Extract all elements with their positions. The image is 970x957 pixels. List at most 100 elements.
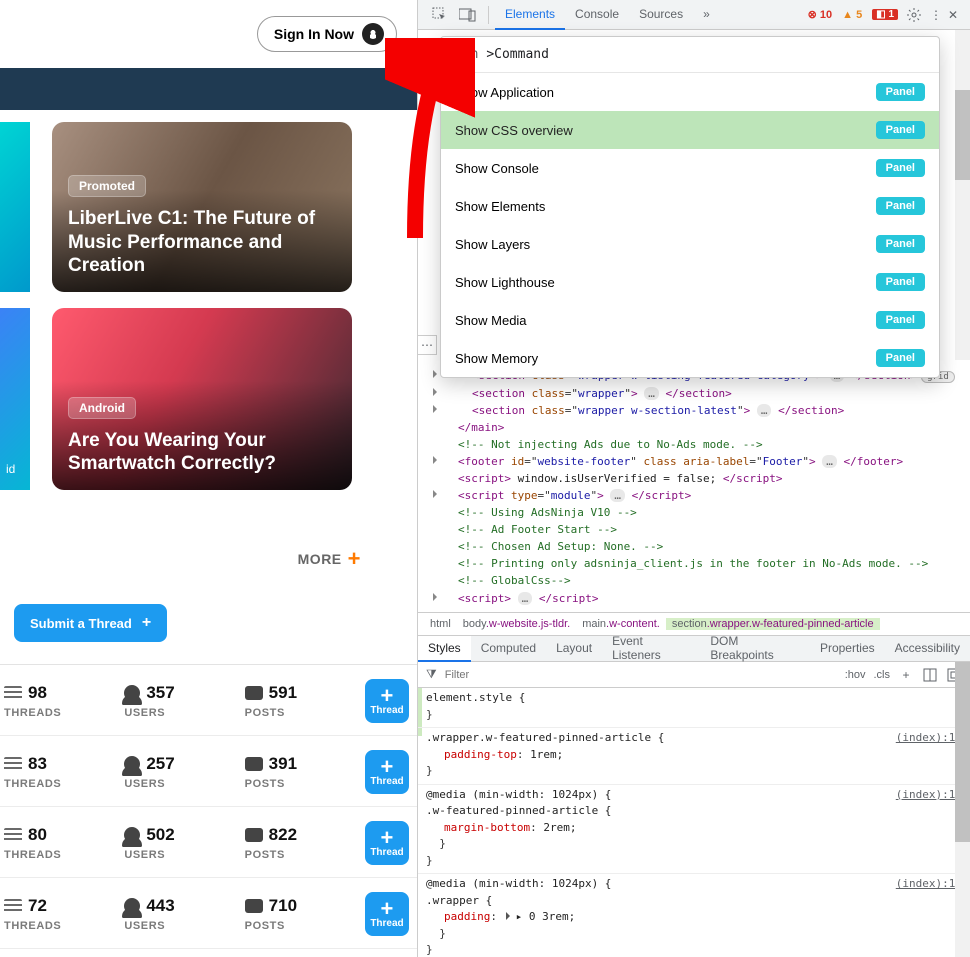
breadcrumb-item[interactable]: body.w-website.js-tldr. bbox=[457, 618, 576, 630]
device-toggle-icon[interactable] bbox=[458, 5, 478, 25]
card-tease-left[interactable] bbox=[0, 122, 30, 292]
dom-line[interactable]: <section class="wrapper w-section-latest… bbox=[444, 402, 970, 419]
new-thread-button[interactable]: +Thread bbox=[365, 679, 409, 723]
breadcrumb-item[interactable]: html bbox=[424, 618, 457, 630]
command-item[interactable]: Show Lighthouse Panel bbox=[441, 263, 939, 301]
dom-line[interactable]: <!-- Ad Footer Start --> bbox=[444, 521, 970, 538]
styles-tab[interactable]: Event Listeners bbox=[602, 636, 700, 662]
css-rule[interactable]: (index):11@media (min-width: 1024px) {.w… bbox=[418, 874, 970, 957]
styles-pane[interactable]: element.style {}(index):11.wrapper.w-fea… bbox=[418, 688, 970, 957]
command-item[interactable]: Show Media Panel bbox=[441, 301, 939, 339]
submit-thread-button[interactable]: Submit a Thread + bbox=[14, 604, 167, 642]
card-badge: Promoted bbox=[68, 175, 146, 197]
styles-tab[interactable]: Properties bbox=[810, 636, 885, 662]
dom-line[interactable]: <script> window.isUserVerified = false; … bbox=[444, 470, 970, 487]
css-rule[interactable]: (index):11.wrapper.w-featured-pinned-art… bbox=[418, 728, 970, 785]
expand-icon[interactable] bbox=[506, 912, 514, 920]
dom-line[interactable]: <!-- GlobalCss--> bbox=[444, 572, 970, 589]
plus-icon: + bbox=[142, 614, 151, 632]
tab-console[interactable]: Console bbox=[565, 0, 629, 30]
command-tag: Panel bbox=[876, 235, 925, 253]
rule-source-link[interactable]: (index):11 bbox=[896, 787, 962, 804]
tab-elements[interactable]: Elements bbox=[495, 0, 565, 30]
users-icon bbox=[124, 898, 140, 914]
css-selector[interactable]: .w-featured-pinned-article { bbox=[426, 803, 962, 820]
dom-line[interactable]: <!-- Using AdsNinja V10 --> bbox=[444, 504, 970, 521]
article-card[interactable]: Promoted LiberLive C1: The Future of Mus… bbox=[52, 122, 352, 292]
warning-count[interactable]: ▲ 5 bbox=[842, 9, 862, 21]
gear-icon[interactable] bbox=[906, 7, 922, 23]
command-item[interactable]: Show CSS overview Panel bbox=[441, 111, 939, 149]
command-tag: Panel bbox=[876, 349, 925, 367]
rule-source-link[interactable]: (index):11 bbox=[896, 876, 962, 893]
hov-toggle[interactable]: :hov bbox=[845, 669, 866, 681]
card-tease-left[interactable]: id bbox=[0, 308, 30, 490]
command-label: Show CSS overview bbox=[455, 123, 573, 138]
expand-icon[interactable] bbox=[433, 456, 441, 464]
css-selector[interactable]: .wrapper.w-featured-pinned-article { bbox=[426, 730, 962, 747]
breadcrumb-item[interactable]: main.w-content. bbox=[576, 618, 666, 630]
threads-label: THREADS bbox=[4, 707, 124, 719]
dom-line[interactable]: <script> … </script> bbox=[444, 590, 970, 607]
expand-icon[interactable] bbox=[433, 388, 441, 396]
css-rule[interactable]: (index):11@media (min-width: 1024px) {.w… bbox=[418, 785, 970, 875]
styles-tab[interactable]: Accessibility bbox=[885, 636, 970, 662]
sign-in-button[interactable]: Sign In Now bbox=[257, 16, 397, 52]
styles-tab[interactable]: Computed bbox=[471, 636, 546, 662]
issue-count[interactable]: ◧ 1 bbox=[872, 9, 898, 20]
css-prop[interactable]: padding-top: 1rem; bbox=[426, 747, 962, 764]
expand-icon[interactable] bbox=[433, 405, 441, 413]
css-prop[interactable]: margin-bottom: 2rem; bbox=[426, 820, 962, 837]
dom-line[interactable]: <!-- Not injecting Ads due to No-Ads mod… bbox=[444, 436, 970, 453]
scrollbar-vertical[interactable] bbox=[955, 30, 970, 360]
dom-line[interactable]: <!-- Chosen Ad Setup: None. --> bbox=[444, 538, 970, 555]
article-card[interactable]: Android Are You Wearing Your Smartwatch … bbox=[52, 308, 352, 490]
more-link[interactable]: MORE + bbox=[298, 546, 361, 572]
dom-tree[interactable]: <section class="wrapper w-listing-featur… bbox=[418, 363, 970, 611]
posts-icon bbox=[245, 899, 263, 913]
styles-tab[interactable]: Layout bbox=[546, 636, 602, 662]
status-badges[interactable]: ⊗ 10 ▲ 5 ◧ 1 bbox=[808, 8, 898, 21]
command-item[interactable]: Show Console Panel bbox=[441, 149, 939, 187]
command-item[interactable]: Show Elements Panel bbox=[441, 187, 939, 225]
users-count: 502 bbox=[146, 825, 174, 845]
css-prop[interactable]: padding: ▸ 0 3rem; bbox=[426, 909, 962, 926]
inspect-icon[interactable] bbox=[430, 5, 450, 25]
overflow-icon[interactable]: ⋯ bbox=[417, 335, 437, 355]
dom-line[interactable]: <script type="module"> … </script> bbox=[444, 487, 970, 504]
expand-icon[interactable] bbox=[433, 593, 441, 601]
styles-tab[interactable]: Styles bbox=[418, 636, 471, 662]
dom-line[interactable]: <section class="wrapper"> … </section> bbox=[444, 385, 970, 402]
css-selector[interactable]: .wrapper { bbox=[426, 893, 962, 910]
cls-toggle[interactable]: .cls bbox=[874, 669, 891, 681]
scrollbar-vertical[interactable] bbox=[955, 662, 970, 957]
error-count[interactable]: ⊗ 10 bbox=[808, 8, 833, 21]
command-input[interactable]: Run >Command bbox=[441, 37, 939, 73]
breadcrumb-item[interactable]: section.wrapper.w-featured-pinned-articl… bbox=[666, 618, 880, 630]
styles-tab[interactable]: DOM Breakpoints bbox=[700, 636, 810, 662]
new-thread-button[interactable]: +Thread bbox=[365, 821, 409, 865]
computed-panel-icon[interactable] bbox=[922, 667, 938, 683]
new-thread-button[interactable]: +Thread bbox=[365, 892, 409, 936]
css-selector[interactable]: element.style { bbox=[426, 690, 962, 707]
posts-count: 822 bbox=[269, 825, 297, 845]
close-icon[interactable]: ✕ bbox=[948, 8, 962, 22]
tab-more[interactable]: » bbox=[693, 0, 720, 30]
tab-sources[interactable]: Sources bbox=[629, 0, 693, 30]
kebab-icon[interactable]: ⋮ bbox=[930, 8, 944, 22]
command-item[interactable]: Show Memory Panel bbox=[441, 339, 939, 377]
filter-input[interactable] bbox=[445, 669, 837, 681]
dom-line[interactable]: <!-- Printing only adsninja_client.js in… bbox=[444, 555, 970, 572]
scrollbar-thumb[interactable] bbox=[955, 662, 970, 842]
new-thread-button[interactable]: +Thread bbox=[365, 750, 409, 794]
new-rule-icon[interactable]: + bbox=[898, 667, 914, 683]
css-rule[interactable]: element.style {} bbox=[418, 688, 970, 728]
scrollbar-thumb[interactable] bbox=[955, 90, 970, 180]
command-item[interactable]: Show Layers Panel bbox=[441, 225, 939, 263]
command-item[interactable]: Show Application Panel bbox=[441, 73, 939, 111]
command-palette: Run >Command Show Application Panel Show… bbox=[440, 36, 940, 378]
expand-icon[interactable] bbox=[433, 490, 441, 498]
dom-line[interactable]: </main> bbox=[444, 419, 970, 436]
rule-source-link[interactable]: (index):11 bbox=[896, 730, 962, 747]
dom-line[interactable]: <footer id="website-footer" class aria-l… bbox=[444, 453, 970, 470]
